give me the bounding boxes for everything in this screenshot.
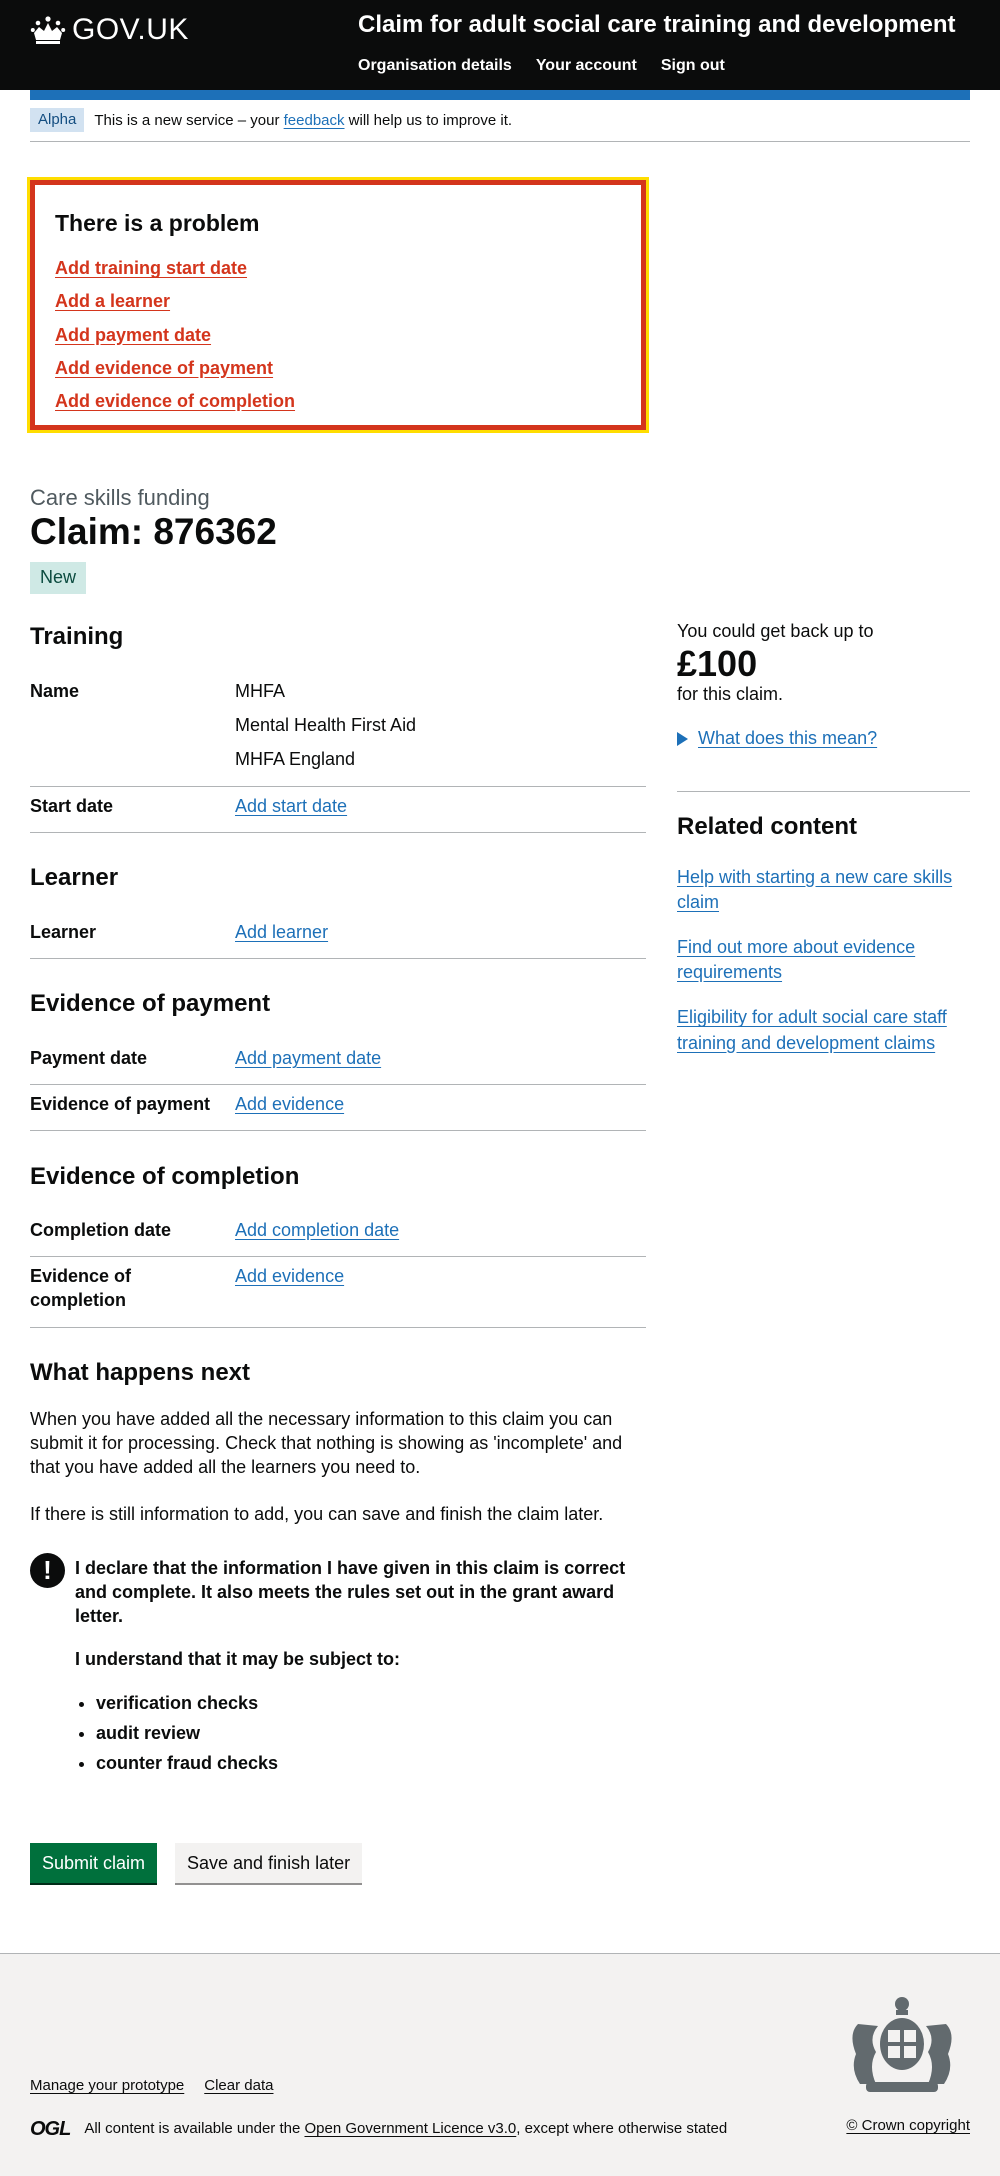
row-key-completion-date: Completion date — [30, 1220, 172, 1240]
error-link-training-start-date[interactable]: Add training start date — [55, 258, 247, 278]
site-header: GOV.UK Claim for adult social care train… — [0, 0, 1000, 90]
royal-coat-of-arms-icon — [852, 1997, 952, 2092]
next-paragraph-1: When you have added all the necessary in… — [30, 1409, 623, 1477]
summary-row-learner: Learner Add learner — [30, 913, 646, 959]
nav-organisation-details[interactable]: Organisation details — [358, 55, 512, 76]
error-link-evidence-of-completion[interactable]: Add evidence of completion — [55, 391, 295, 411]
phase-text-before: This is a new service – your — [94, 112, 284, 129]
page-title: Claim: 876362 — [30, 511, 277, 552]
add-payment-date-link[interactable]: Add payment date — [235, 1048, 381, 1068]
nav-your-account[interactable]: Your account — [536, 55, 637, 76]
summary-row-evidence-of-payment: Evidence of payment Add evidence — [30, 1085, 646, 1131]
error-list: Add training start date Add a learner Ad… — [55, 256, 621, 413]
summary-row-start-date: Start date Add start date — [30, 787, 646, 833]
phase-banner: Alpha This is a new service – your feedb… — [30, 108, 970, 142]
service-name[interactable]: Claim for adult social care training and… — [358, 9, 955, 41]
check-item: verification checks — [96, 1692, 645, 1716]
error-summary-title: There is a problem — [55, 210, 260, 236]
error-link-evidence-of-payment[interactable]: Add evidence of payment — [55, 358, 273, 378]
row-key-evidence-of-completion: Evidence of completion — [30, 1266, 132, 1310]
clear-data-link[interactable]: Clear data — [204, 2076, 273, 2096]
row-value-name: MHFA Mental Health First Aid MHFA Englan… — [235, 680, 416, 781]
row-key-learner: Learner — [30, 922, 97, 942]
phase-text: This is a new service – your feedback wi… — [94, 108, 512, 131]
summary-row-evidence-of-completion: Evidence of completion Add evidence — [30, 1257, 646, 1328]
related-link-eligibility[interactable]: Eligibility for adult social care staff … — [677, 1005, 970, 1055]
add-learner-link[interactable]: Add learner — [235, 922, 328, 942]
related-link-help-starting[interactable]: Help with starting a new care skills cla… — [677, 865, 970, 915]
nav-sign-out[interactable]: Sign out — [661, 55, 725, 76]
header-nav: Organisation details Your account Sign o… — [358, 55, 725, 76]
licence-text: All content is available under the Open … — [84, 2119, 727, 2139]
triangle-right-icon — [677, 731, 688, 746]
add-payment-evidence-link[interactable]: Add evidence — [235, 1094, 344, 1114]
summary-row-name: Name MHFA Mental Health First Aid MHFA E… — [30, 672, 646, 787]
declaration-text: I declare that the information I have gi… — [75, 1558, 626, 1626]
funding-intro: You could get back up to — [677, 621, 874, 641]
submit-claim-button[interactable]: Submit claim — [30, 1843, 158, 1883]
phase-tag: Alpha — [30, 108, 85, 132]
details-toggle[interactable]: What does this mean? — [677, 727, 970, 751]
related-content: Related content Help with starting a new… — [677, 811, 970, 1056]
training-name-full: Mental Health First Aid — [235, 714, 417, 735]
status-badge: New — [30, 562, 87, 594]
footer-links: Manage your prototype Clear data — [30, 2076, 273, 2096]
warning-content: I declare that the information I have gi… — [75, 1557, 645, 1781]
completion-heading: Evidence of completion — [30, 1163, 300, 1190]
summary-row-completion-date: Completion date Add completion date — [30, 1211, 646, 1257]
govuk-logo[interactable]: GOV.UK — [30, 10, 189, 50]
learner-heading: Learner — [30, 864, 119, 891]
error-link-learner[interactable]: Add a learner — [55, 291, 170, 311]
licence-text-before: All content is available under the — [84, 2120, 305, 2138]
understand-text: I understand that it may be subject to: — [75, 1649, 401, 1670]
ogl-logo-icon: OGL — [30, 2118, 71, 2140]
add-completion-evidence-link[interactable]: Add evidence — [235, 1266, 344, 1286]
add-completion-date-link[interactable]: Add completion date — [235, 1220, 399, 1240]
site-footer: Manage your prototype Clear data OGL All… — [0, 1953, 1000, 2176]
phase-text-after: will help us to improve it. — [344, 112, 513, 129]
error-link-payment-date[interactable]: Add payment date — [55, 325, 211, 345]
related-content-heading: Related content — [677, 813, 858, 840]
crown-copyright-link[interactable]: © Crown copyright — [846, 2116, 970, 2136]
training-provider: MHFA England — [235, 748, 356, 769]
footer-licence: OGL All content is available under the O… — [30, 2116, 727, 2142]
save-and-finish-later-button[interactable]: Save and finish later — [175, 1843, 363, 1883]
add-start-date-link[interactable]: Add start date — [235, 796, 347, 816]
crown-icon — [30, 16, 66, 44]
next-paragraph-2: If there is still information to add, yo… — [30, 1504, 604, 1524]
licence-text-after: , except where otherwise stated — [516, 2120, 728, 2138]
check-item: audit review — [96, 1722, 645, 1746]
funding-amount: £100 — [677, 642, 758, 684]
related-content-divider — [677, 791, 970, 792]
warning-icon: ! — [30, 1553, 65, 1588]
feedback-link[interactable]: feedback — [284, 112, 345, 129]
row-key-evidence-of-payment: Evidence of payment — [30, 1094, 211, 1114]
error-summary: There is a problem Add training start da… — [27, 177, 649, 433]
training-heading: Training — [30, 623, 124, 650]
logo-text: GOV.UK — [72, 13, 189, 46]
summary-row-payment-date: Payment date Add payment date — [30, 1039, 646, 1085]
what-happens-next-heading: What happens next — [30, 1359, 251, 1386]
what-does-this-mean-link[interactable]: What does this mean? — [698, 727, 877, 751]
check-item: counter fraud checks — [96, 1752, 645, 1776]
open-government-licence-link[interactable]: Open Government Licence v3.0 — [304, 2120, 516, 2137]
row-key-payment-date: Payment date — [30, 1048, 148, 1068]
payment-heading: Evidence of payment — [30, 990, 271, 1017]
checks-list: verification checks audit review counter… — [75, 1692, 645, 1775]
funding-suffix: for this claim. — [677, 684, 784, 705]
related-link-evidence-requirements[interactable]: Find out more about evidence requirement… — [677, 935, 970, 985]
funding-panel: You could get back up to £100 for this c… — [677, 620, 970, 751]
row-key-name: Name — [30, 681, 80, 701]
training-name-short: MHFA — [235, 681, 286, 701]
header-blue-bar — [30, 90, 970, 100]
manage-prototype-link[interactable]: Manage your prototype — [30, 2076, 184, 2096]
row-key-start-date: Start date — [30, 796, 114, 816]
